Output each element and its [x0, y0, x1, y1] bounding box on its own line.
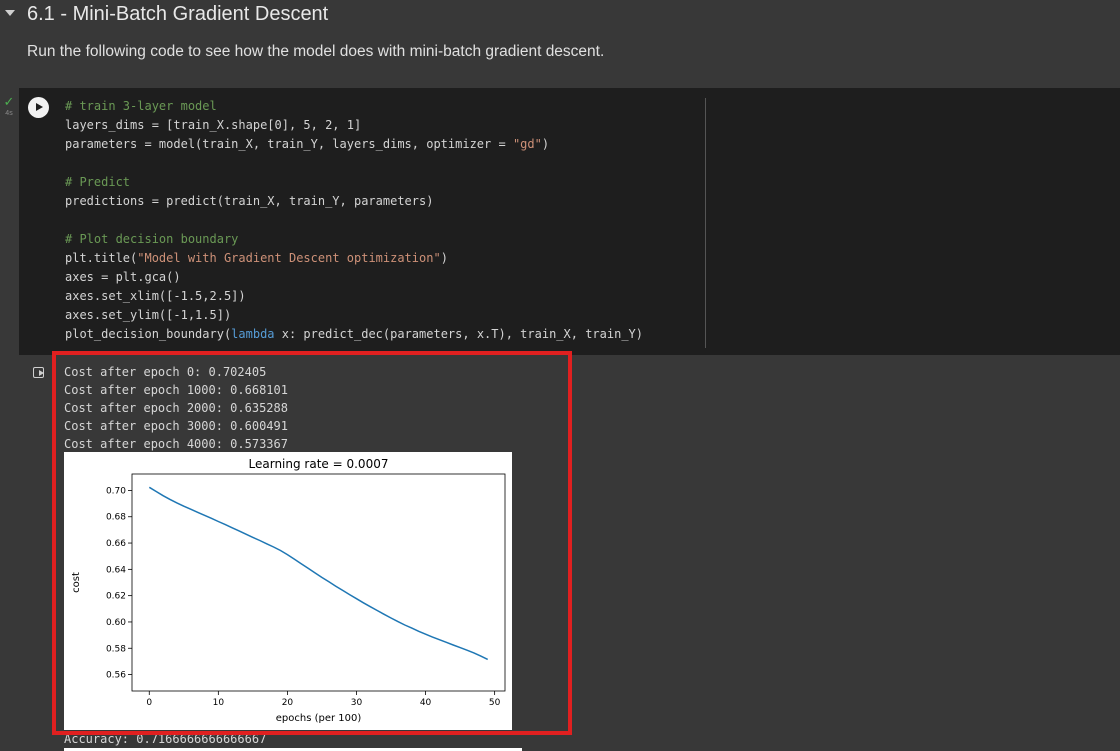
y-tick-label: 0.66 — [106, 539, 126, 549]
code-token: plt.title( — [65, 251, 138, 265]
code-token: # Predict — [65, 175, 131, 189]
y-tick-label: 0.60 — [106, 618, 126, 628]
code-token: ) — [440, 251, 448, 265]
code-token: # train 3-layer model — [65, 99, 217, 113]
output-line: Cost after epoch 3000: 0.600491 — [64, 419, 288, 433]
cost-line — [148, 486, 489, 661]
run-cell-button[interactable] — [28, 97, 49, 118]
cell-run-status: ✓ 4s — [0, 94, 18, 117]
output-line: Cost after epoch 0: 0.702405 — [64, 365, 267, 379]
output-line: Cost after epoch 1000: 0.668101 — [64, 383, 288, 397]
code-line[interactable]: # Plot decision boundary — [65, 230, 705, 249]
y-axis-label: cost — [71, 572, 82, 593]
code-token: parameters = model(train_X, train_Y, lay… — [65, 137, 513, 151]
code-line[interactable]: axes.set_ylim([-1,1.5]) — [65, 306, 705, 325]
output-text: Cost after epoch 0: 0.702405 Cost after e… — [64, 363, 288, 453]
code-token: axes.set_xlim([-1.5,2.5]) — [65, 289, 246, 303]
code-line[interactable] — [65, 154, 705, 173]
section-description: Run the following code to see how the mo… — [27, 43, 605, 60]
code-line[interactable]: # train 3-layer model — [65, 97, 705, 116]
cost-chart-svg: Learning rate = 0.0007 0 10 20 30 40 50 0.56 0.5… — [71, 457, 506, 724]
code-line[interactable]: plot_decision_boundary(lambda x: predict… — [65, 325, 705, 344]
output-line: Cost after epoch 2000: 0.635288 — [64, 401, 288, 415]
section-header: 6.1 - Mini-Batch Gradient Descent Run th… — [0, 0, 1120, 88]
code-line[interactable]: layers_dims = [train_X.shape[0], 5, 2, 1… — [65, 116, 705, 135]
y-tick-label: 0.62 — [106, 592, 126, 602]
x-axis-label: epochs (per 100) — [276, 713, 362, 724]
code-token: x: predict_dec(parameters, x.T), train_X… — [274, 327, 643, 341]
chart-title: Learning rate = 0.0007 — [249, 457, 389, 471]
code-line[interactable] — [65, 211, 705, 230]
x-tick-label: 20 — [282, 698, 294, 708]
output-line: Cost after epoch 4000: 0.573367 — [64, 437, 288, 451]
code-token: axes = plt.gca() — [65, 270, 181, 284]
code-token: ) — [541, 137, 550, 151]
code-token: "Model with Gradient Descent optimizatio… — [137, 251, 441, 265]
code-line[interactable]: plt.title("Model with Gradient Descent o… — [65, 249, 705, 268]
code-token: lambda — [231, 327, 275, 341]
code-token: predictions = predict(train_X, train_Y, … — [65, 194, 434, 208]
code-line[interactable]: # Predict — [65, 173, 705, 192]
code-line[interactable]: parameters = model(train_X, train_Y, lay… — [65, 135, 705, 154]
code-token: # Plot decision boundary — [65, 232, 239, 246]
y-tick-label: 0.68 — [106, 513, 126, 523]
accuracy-text: Accuracy: 0.7166666666666667 — [64, 732, 267, 746]
x-tick-label: 50 — [489, 698, 501, 708]
code-line[interactable]: axes.set_xlim([-1.5,2.5]) — [65, 287, 705, 306]
code-token: plot_decision_boundary( — [65, 327, 232, 341]
x-tick-label: 10 — [213, 698, 225, 708]
code-token: "gd" — [512, 137, 542, 151]
x-tick-label: 40 — [420, 698, 432, 708]
code-line[interactable]: axes = plt.gca() — [65, 268, 705, 287]
run-time: 4s — [5, 110, 13, 117]
code-token: layers_dims = [train_X.shape[0], 5, 2, 1… — [65, 118, 362, 132]
y-tick-label: 0.58 — [106, 644, 126, 654]
code-token: axes.set_ylim([-1,1.5]) — [65, 308, 232, 322]
x-tick-label: 30 — [351, 698, 363, 708]
y-tick-label: 0.70 — [106, 486, 126, 496]
plot-frame — [131, 473, 506, 692]
x-tick-label: 0 — [146, 698, 152, 708]
collapse-caret-icon[interactable] — [5, 10, 15, 16]
code-line[interactable]: predictions = predict(train_X, train_Y, … — [65, 192, 705, 211]
output-icon[interactable] — [33, 367, 44, 378]
check-icon: ✓ — [3, 94, 15, 109]
y-tick-label: 0.56 — [106, 671, 126, 681]
cost-plot: Learning rate = 0.0007 0 10 20 30 40 50 0.56 0.5… — [64, 452, 512, 730]
y-tick-label: 0.64 — [106, 565, 126, 575]
editor-ruler — [705, 98, 706, 348]
code-editor[interactable]: # train 3-layer model layers_dims = [trai… — [65, 97, 705, 347]
section-title: 6.1 - Mini-Batch Gradient Descent — [27, 3, 329, 25]
